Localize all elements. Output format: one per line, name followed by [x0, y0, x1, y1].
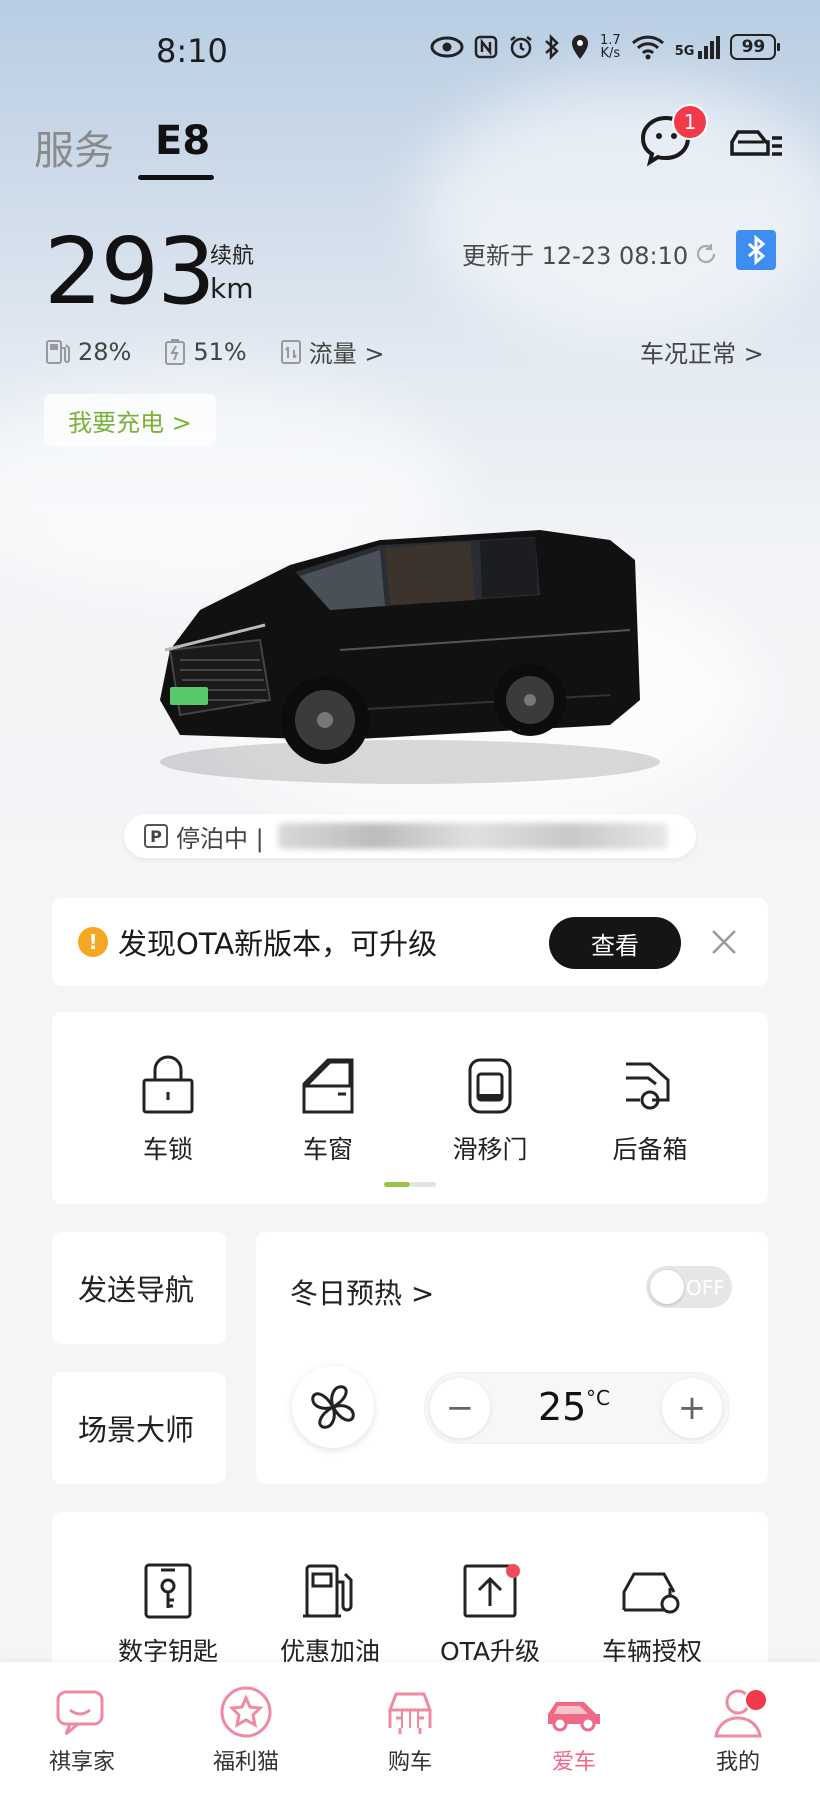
car-front-icon: [388, 1692, 432, 1734]
tabbar-item-qixiangjia[interactable]: 祺享家: [22, 1684, 142, 1776]
control-window[interactable]: 车窗: [268, 1054, 388, 1166]
community-chat-icon: [56, 1690, 104, 1736]
data-traffic-icon: [280, 339, 301, 364]
update-time-text: 更新于 12-23 08:10: [462, 242, 689, 270]
location-icon: [572, 35, 588, 59]
toggle-knob: [650, 1270, 684, 1304]
status-icons: 1.7 K/s 5G 99: [430, 33, 781, 61]
bluetooth-status-icon: [545, 34, 559, 60]
controls-page-indicator-active: [384, 1182, 410, 1187]
bluetooth-key-button[interactable]: [736, 230, 776, 270]
fuel-level: 28%: [44, 338, 131, 366]
car-list-icon: [730, 130, 782, 156]
lock-icon: [142, 1055, 194, 1114]
tabbar-item-buy-car[interactable]: 购车: [350, 1684, 470, 1776]
winter-preheat-link[interactable]: 冬日预热 >: [290, 1272, 434, 1312]
parking-icon: P: [144, 824, 168, 848]
ota-banner-text: 发现OTA新版本，可升级: [118, 927, 438, 961]
data-traffic-link[interactable]: 流量 >: [279, 334, 384, 369]
send-navigation-button[interactable]: 发送导航: [52, 1232, 226, 1344]
vehicle-authorization-icon: [622, 1572, 680, 1614]
tab-service[interactable]: 服务: [34, 118, 114, 176]
vehicle-stats: 28% 51% 流量 >: [44, 334, 406, 369]
fan-button[interactable]: [292, 1366, 374, 1448]
car-condition-link[interactable]: 车况正常 >: [640, 334, 764, 369]
signal-icon: 5G: [675, 35, 721, 59]
trunk-icon: [626, 1062, 670, 1110]
temperature-unit: °C: [586, 1386, 610, 1410]
fuel-icon: [46, 339, 70, 364]
toggle-state: OFF: [686, 1276, 725, 1300]
battery-level: 51%: [163, 338, 247, 366]
digital-key-icon: [144, 1563, 192, 1619]
eye-icon: [430, 36, 464, 58]
window-icon: [302, 1058, 354, 1114]
controls-page-indicator: [410, 1182, 436, 1187]
range-unit: km: [210, 272, 254, 305]
tabbar-item-fulimao[interactable]: 福利猫: [186, 1684, 306, 1776]
range-label: 续航: [210, 244, 255, 269]
fan-icon: [311, 1385, 355, 1429]
star-badge-icon: [220, 1686, 272, 1738]
service-fuel-discount[interactable]: 优惠加油: [270, 1562, 390, 1668]
scene-master-button[interactable]: 场景大师: [52, 1372, 226, 1484]
vehicle-list-button[interactable]: [728, 118, 786, 168]
status-time: 8:10: [156, 32, 228, 70]
sliding-door-icon: [468, 1058, 512, 1114]
warning-icon: !: [78, 927, 108, 957]
car-side-icon: [548, 1702, 600, 1732]
me-notification-dot: [744, 1688, 768, 1712]
tab-vehicle-e8[interactable]: E8: [155, 118, 210, 164]
wifi-icon: [631, 35, 664, 60]
tabbar-item-my-car[interactable]: 爱车: [514, 1684, 634, 1776]
control-sliding-door[interactable]: 滑移门: [430, 1054, 550, 1166]
net-speed: 1.7 K/s: [600, 33, 621, 61]
ota-notification-dot: [506, 1564, 520, 1578]
tabbar-item-me[interactable]: 我的: [678, 1684, 798, 1776]
preheat-toggle[interactable]: OFF: [646, 1266, 732, 1308]
message-badge: 1: [672, 104, 708, 140]
update-time[interactable]: 更新于 12-23 08:10: [462, 236, 718, 271]
bluetooth-icon: [748, 235, 766, 265]
tab-active-indicator: [138, 175, 214, 180]
range-value: 293: [44, 218, 216, 325]
service-vehicle-authorization[interactable]: 车辆授权: [592, 1562, 712, 1668]
parking-status: 停泊中 |: [176, 824, 264, 853]
redacted-address: [277, 823, 668, 849]
nfc-icon: [474, 35, 498, 59]
fuel-pump-icon: [303, 1564, 353, 1618]
refresh-icon[interactable]: [694, 242, 718, 266]
control-trunk[interactable]: 后备箱: [590, 1054, 710, 1166]
close-icon[interactable]: [708, 926, 740, 958]
service-digital-key[interactable]: 数字钥匙: [108, 1562, 228, 1668]
ota-view-button[interactable]: 查看: [549, 917, 681, 969]
service-ota-upgrade[interactable]: OTA升级: [430, 1562, 550, 1668]
battery-indicator: 99: [730, 34, 781, 60]
battery-charge-icon: [165, 338, 186, 365]
temperature-increase-button[interactable]: +: [662, 1378, 722, 1438]
temperature-decrease-button[interactable]: −: [430, 1378, 490, 1438]
vehicle-image[interactable]: [140, 500, 680, 790]
parking-location[interactable]: P 停泊中 |: [124, 814, 696, 858]
alarm-icon: [510, 36, 532, 59]
control-lock[interactable]: 车锁: [108, 1054, 228, 1166]
charge-button[interactable]: 我要充电 >: [44, 394, 216, 446]
temperature-value: 25: [538, 1385, 587, 1429]
